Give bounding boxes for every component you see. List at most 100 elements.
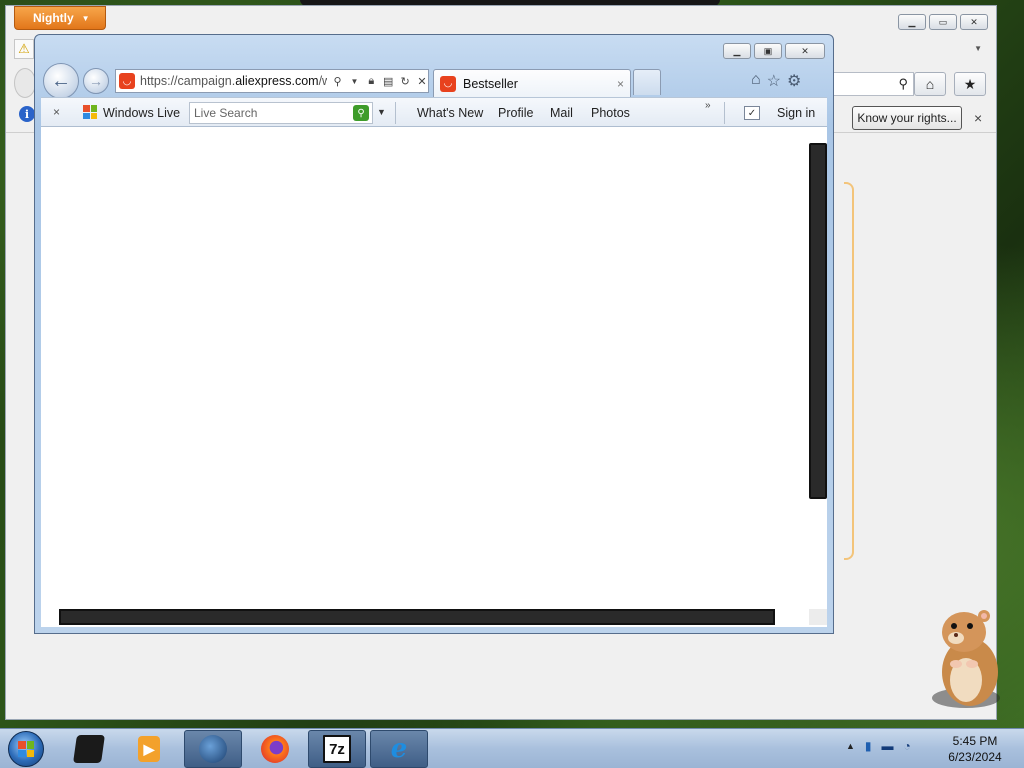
minimize-icon: ▁ [908, 16, 916, 27]
link-photos[interactable]: Photos [591, 106, 630, 120]
info-icon[interactable]: i [19, 106, 35, 122]
horizontal-scrollbar[interactable] [59, 609, 775, 625]
restore-icon: ▣ [763, 45, 773, 56]
chevron-down-icon[interactable]: ▼ [974, 44, 982, 53]
tab-bestseller[interactable]: ◡ Bestseller × [433, 69, 631, 97]
back-button[interactable]: ← [43, 63, 79, 99]
scroll-corner [809, 609, 827, 625]
taskbar-app-7zip[interactable]: 7z [308, 730, 366, 768]
windows-logo-icon [18, 741, 34, 757]
search-go-button[interactable]: ⚲ [353, 105, 369, 121]
page-panel-edge [844, 182, 854, 560]
command-bar: × Windows Live Live Search ⚲ ▼ What's Ne… [41, 97, 827, 127]
ie-window[interactable]: ▁ ▣ ✕ ← → ◡ https://campaign.aliexpress.… [34, 34, 834, 634]
arrow-right-icon: → [89, 73, 103, 89]
know-rights-label: Know your rights... [857, 111, 957, 125]
search-dropdown-icon[interactable]: ▼ [377, 107, 386, 117]
url-domain: aliexpress.com [235, 74, 319, 88]
compatibility-view-icon[interactable]: ▤ [382, 75, 394, 88]
chevron-down-icon: ▼ [81, 13, 90, 23]
address-url[interactable]: https://campaign.aliexpress.com/w [140, 74, 327, 88]
live-search-input[interactable]: Live Search [189, 102, 373, 124]
know-rights-button[interactable]: Know your rights... [852, 106, 962, 130]
aliexpress-favicon-icon: ◡ [119, 73, 135, 89]
home-button[interactable]: ⌂ [914, 72, 946, 96]
link-profile[interactable]: Profile [498, 106, 533, 120]
clock-date: 6/23/2024 [948, 750, 1002, 764]
minimize-button[interactable]: ▁ [723, 43, 751, 59]
address-bar[interactable]: ◡ https://campaign.aliexpress.com/w ⚲ ▼ … [115, 69, 429, 93]
windows-live-label[interactable]: Windows Live [103, 106, 180, 120]
system-clock[interactable]: 5:45 PM 6/23/2024 [940, 733, 1010, 765]
forward-button[interactable]: → [83, 68, 109, 94]
link-mail[interactable]: Mail [550, 106, 573, 120]
close-button[interactable]: ✕ [960, 14, 988, 30]
tab-close-button[interactable]: × [617, 77, 624, 91]
taskbar: ▶ 7z e ▲ ▮ ▬ ◔ 5:45 PM 6/23/2024 [0, 728, 1024, 768]
maximize-button[interactable]: ▣ [754, 43, 782, 59]
system-tray: ▲ ▮ ▬ ◔ [846, 739, 911, 753]
internet-explorer-icon: e [390, 734, 408, 764]
link-whats-new[interactable]: What's New [417, 106, 483, 120]
nightly-menu-label: Nightly [33, 11, 74, 25]
close-button[interactable]: ✕ [785, 43, 825, 59]
taskbar-app-device[interactable] [60, 730, 118, 768]
maximize-button[interactable]: ▭ [929, 14, 957, 30]
close-icon: ✕ [970, 16, 978, 27]
taskbar-app-globe[interactable] [184, 730, 242, 768]
sign-in-link[interactable]: Sign in [777, 106, 815, 120]
more-links-chevron[interactable]: » [705, 100, 711, 111]
bookmark-star-icon: ★ [963, 75, 977, 92]
warning-icon[interactable]: ⚠ [14, 39, 34, 59]
close-icon: ✕ [801, 45, 809, 56]
minimize-button[interactable]: ▁ [898, 14, 926, 30]
aliexpress-favicon-icon: ◡ [440, 75, 456, 92]
new-tab-button[interactable] [633, 69, 661, 95]
minimize-icon: ▁ [733, 45, 741, 56]
network-icon[interactable]: ▬ [882, 739, 894, 753]
start-button[interactable] [8, 731, 44, 767]
tray-app-icon[interactable]: ▮ [865, 739, 872, 753]
home-icon[interactable]: ⌂ [751, 71, 761, 91]
taskbar-app-firefox[interactable] [246, 730, 304, 768]
maximize-icon: ▭ [938, 16, 948, 27]
search-field[interactable]: ⚲ [834, 72, 914, 96]
media-player-icon: ▶ [138, 736, 160, 762]
notification-close-button[interactable]: × [974, 110, 982, 126]
toolbar-right-icons: ⌂ ☆ ⚙ [751, 71, 801, 91]
bookmarks-button[interactable]: ★ [954, 72, 986, 96]
url-prefix: https://campaign. [140, 74, 236, 88]
gear-icon[interactable]: ⚙ [787, 71, 801, 91]
nightly-menu-button[interactable]: Nightly ▼ [14, 6, 106, 30]
url-suffix: /w [318, 74, 327, 88]
taskbar-app-media-player[interactable]: ▶ [120, 730, 178, 768]
vertical-scrollbar[interactable] [809, 143, 827, 499]
checkbox-icon[interactable]: ✓ [744, 106, 760, 120]
clock-time: 5:45 PM [952, 734, 998, 748]
home-icon: ⌂ [925, 76, 935, 92]
volume-icon[interactable]: ◔ [904, 739, 911, 753]
globe-icon [199, 735, 227, 763]
divider [724, 102, 725, 124]
search-icon: ⚲ [898, 76, 908, 91]
search-icon: ⚲ [357, 107, 365, 119]
refresh-icon[interactable]: ↻ [399, 75, 411, 88]
divider [395, 102, 396, 124]
toolbar-close-button[interactable]: × [53, 105, 60, 119]
tab-title: Bestseller [463, 76, 518, 91]
nightly-window-controls: ▁ ▭ ✕ [898, 14, 988, 30]
dropdown-arrow-icon[interactable]: ▼ [348, 77, 360, 86]
firefox-icon [261, 735, 289, 763]
back-button[interactable] [14, 68, 36, 98]
favorites-star-icon[interactable]: ☆ [767, 71, 781, 91]
page-content[interactable] [41, 127, 827, 627]
arrow-left-icon: ← [51, 69, 71, 92]
hamster-mascot [932, 610, 1000, 708]
lock-icon[interactable]: 🔒︎ [365, 75, 377, 88]
taskbar-app-internet-explorer[interactable]: e [370, 730, 428, 768]
ie-window-controls: ▁ ▣ ✕ [723, 43, 825, 59]
search-icon[interactable]: ⚲ [332, 75, 344, 88]
device-icon [73, 735, 105, 763]
stop-icon[interactable]: ✕ [416, 75, 428, 88]
show-hidden-icons-button[interactable]: ▲ [846, 741, 855, 751]
